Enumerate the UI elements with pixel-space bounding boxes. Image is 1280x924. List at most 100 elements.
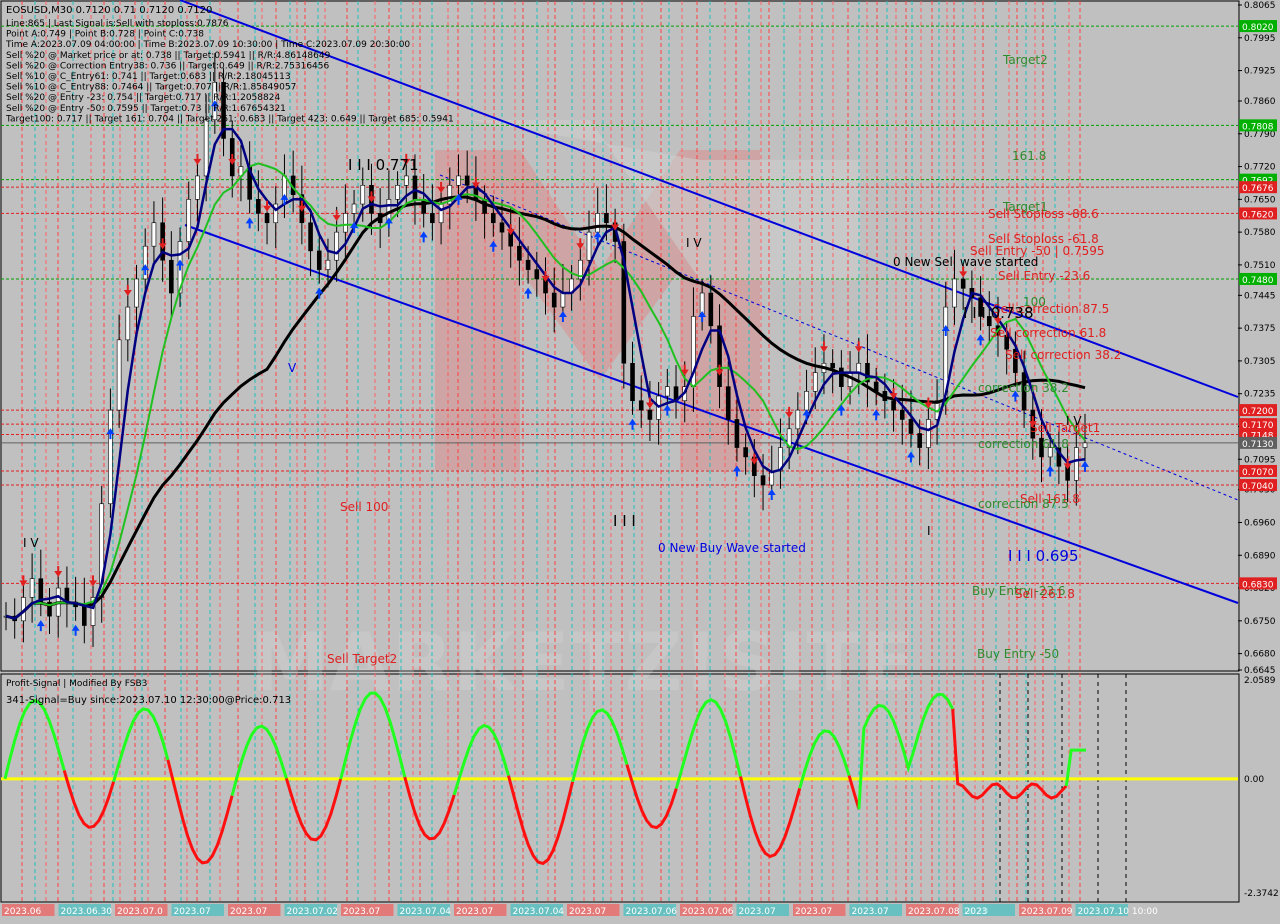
chart-annotation: I V	[686, 236, 702, 250]
y-tick-label: 0.7995	[1244, 34, 1276, 44]
time-label: 2023.07.06	[626, 907, 678, 917]
time-label: 2023.07.06	[682, 907, 734, 917]
candle-body	[952, 278, 957, 308]
chart-annotation: Sell Stoploss -88.6	[988, 207, 1099, 221]
candle-body	[517, 245, 522, 261]
y-tick-label: 0.6750	[1244, 617, 1276, 627]
candle-body	[647, 409, 653, 420]
y-tick-label: 0.7925	[1244, 67, 1276, 77]
info-line: Target100: 0.717 || Target 161: 0.704 ||…	[5, 114, 454, 124]
y-tick-label: 0.7445	[1244, 291, 1276, 301]
chart-annotation: I I I 0.771	[348, 156, 419, 174]
price-label: 0.7620	[1242, 210, 1274, 220]
info-line: Sell %20 @ Market price or at: 0.738 || …	[6, 51, 331, 61]
candle-body	[456, 175, 461, 186]
osc-subtitle-text: 341-Signal=Buy since:2023.07.10 12:30:00…	[6, 695, 291, 706]
time-label: 2023.07.02	[287, 907, 339, 917]
chart-annotation: V	[288, 361, 297, 375]
time-label: 2023.07	[456, 907, 493, 917]
candle-body	[325, 259, 331, 270]
candle-body	[760, 475, 766, 486]
chart-annotation: Sell Entry -23.6	[998, 269, 1090, 283]
price-label: 0.7480	[1242, 276, 1274, 286]
time-label: 2023.07.04	[400, 907, 452, 917]
time-label: 2023.07.09	[1021, 907, 1073, 917]
price-label: 0.7200	[1242, 407, 1274, 417]
candle-body	[917, 433, 922, 448]
time-label: 2023.07	[230, 907, 267, 917]
candle-body	[734, 419, 740, 448]
info-line: Sell %20 @ Entry -23: 0.754 || Target:0.…	[6, 93, 280, 103]
candle-body	[847, 372, 853, 387]
candle-body	[560, 292, 566, 308]
time-label: 2023	[965, 907, 988, 917]
time-label: 2023.07	[739, 907, 776, 917]
candle-body	[203, 119, 209, 177]
osc-tick-label: 2.0589	[1244, 676, 1276, 686]
y-tick-label: 0.7580	[1244, 228, 1276, 238]
candle-body	[926, 419, 931, 448]
candle-body	[630, 362, 635, 402]
candle-body	[134, 278, 139, 308]
candle-body	[264, 213, 270, 224]
candle-body	[534, 269, 540, 280]
candle-body	[186, 199, 192, 242]
candle-body	[908, 419, 914, 434]
y-tick-label: 0.7860	[1244, 97, 1276, 107]
candle-body	[812, 372, 818, 392]
candle-body	[438, 203, 444, 224]
candle-body	[395, 184, 400, 200]
candle-body	[308, 222, 313, 252]
symbol-title: EOSUSD,M30 0.7120 0.71 0.7120 0.7120	[6, 5, 212, 16]
price-label: 0.7808	[1242, 122, 1274, 132]
y-tick-label: 0.7720	[1244, 163, 1276, 173]
candle-body	[256, 199, 261, 214]
candle-body	[108, 409, 113, 505]
time-label: 2023.07	[795, 907, 832, 917]
price-label: 0.6830	[1242, 580, 1274, 590]
candle-body	[334, 231, 339, 261]
y-tick-label: 0.7375	[1244, 324, 1276, 334]
time-label: 2023.07.10 10:00	[1078, 907, 1159, 917]
candle-body	[351, 203, 357, 214]
candle-body	[403, 175, 409, 186]
chart-annotation: I I I 0.695	[1008, 547, 1079, 565]
candle-body	[638, 400, 644, 411]
time-label: 2023.07.0	[117, 907, 163, 917]
chart-annotation: correction 38.2	[978, 381, 1069, 395]
chart-annotation: I V	[23, 536, 39, 550]
candle-body	[125, 306, 131, 341]
candle-body	[421, 199, 426, 214]
osc-tick-label: 0.00	[1244, 775, 1264, 785]
y-tick-label: 0.6960	[1244, 518, 1276, 528]
chart-annotation: I I I 0.738	[963, 304, 1034, 322]
candle-body	[343, 213, 348, 233]
candle-body	[360, 184, 366, 205]
candle-body	[856, 362, 862, 373]
candle-body	[195, 175, 200, 200]
candle-body	[725, 386, 731, 420]
price-label: 0.8020	[1242, 23, 1274, 33]
candle-body	[804, 391, 809, 411]
candle-body	[82, 606, 87, 626]
chart-annotation: 0 New Sell wave started	[893, 255, 1038, 269]
info-line: Sell %10 @ C_Entry61: 0.741 || Target:0.…	[6, 72, 291, 82]
candle-body	[151, 222, 157, 247]
chart-annotation: correction 87.5	[978, 497, 1069, 511]
osc-title-text: Profit-Signal | Modified By FSB3	[6, 679, 147, 689]
y-tick-label: 0.7305	[1244, 357, 1276, 367]
y-tick-label: 0.8065	[1244, 1, 1276, 11]
y-tick-label: 0.7235	[1244, 390, 1276, 400]
candle-body	[464, 175, 470, 186]
y-tick-label: 0.6890	[1244, 551, 1276, 561]
chart-annotation: Buy Entry -50	[977, 647, 1059, 661]
time-label: 2023.06.30	[61, 907, 113, 917]
info-line: Sell %10 @ C_Entry88: 0.7464 || Target:0…	[6, 83, 296, 93]
y-tick-label: 0.6680	[1244, 650, 1276, 660]
candle-body	[1073, 447, 1079, 481]
candle-body	[960, 278, 966, 289]
candle-body	[708, 292, 714, 327]
osc-tick-label: -2.3742	[1244, 889, 1279, 899]
time-label: 2023.07	[343, 907, 380, 917]
candle-body	[430, 213, 435, 224]
